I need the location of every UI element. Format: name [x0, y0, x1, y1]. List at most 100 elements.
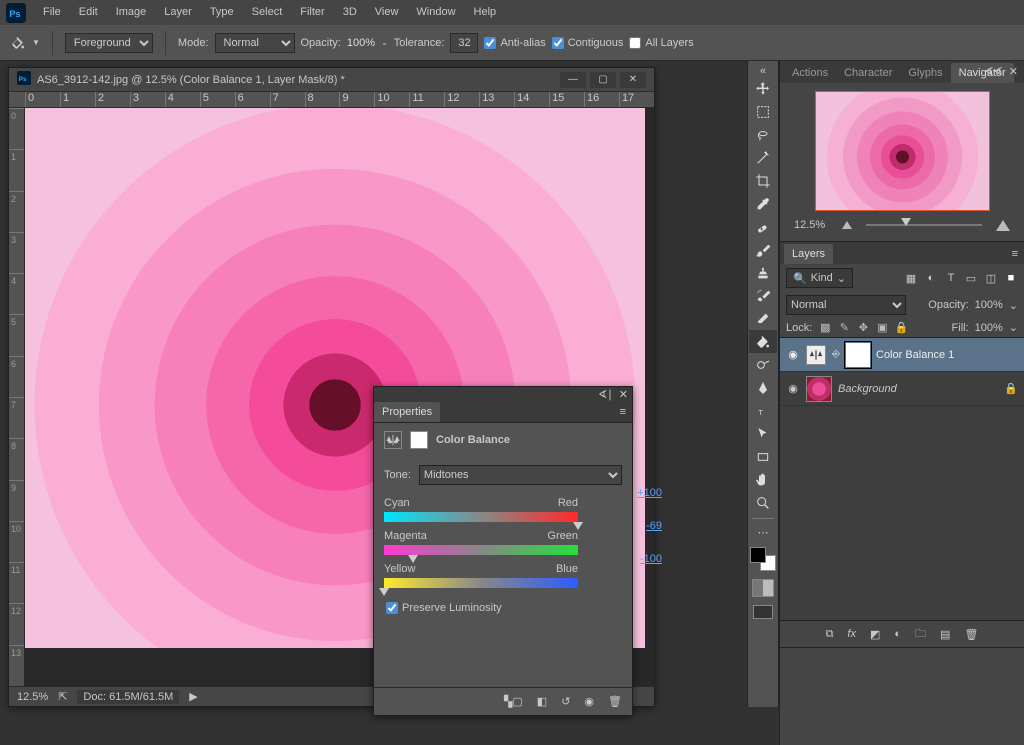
type-tool[interactable]: T	[749, 399, 777, 422]
lock-transparency-icon[interactable]: ▩	[818, 321, 832, 334]
tab-actions[interactable]: Actions	[784, 63, 836, 83]
tab-glyphs[interactable]: Glyphs	[900, 63, 950, 83]
slider-value-yb[interactable]: -100	[628, 553, 662, 565]
new-adjustment-icon[interactable]: ◐	[894, 628, 901, 640]
zoom-in-icon[interactable]	[996, 220, 1010, 231]
layer-name[interactable]: Background	[838, 383, 998, 395]
path-selection-tool[interactable]	[749, 422, 777, 445]
menu-view[interactable]: View	[366, 0, 408, 25]
dodge-tool[interactable]	[749, 353, 777, 376]
slider-handle[interactable]	[379, 588, 389, 596]
healing-brush-tool[interactable]	[749, 215, 777, 238]
tab-properties[interactable]: Properties	[374, 402, 440, 422]
zoom-level[interactable]: 12.5%	[17, 691, 48, 703]
navigator-thumbnail[interactable]	[815, 91, 990, 211]
mask-thumb-icon[interactable]	[410, 431, 428, 449]
filter-toggle-icon[interactable]: ■	[1004, 272, 1018, 285]
lock-pixels-icon[interactable]: ✎	[837, 321, 851, 334]
new-group-icon[interactable]: 🗀	[915, 625, 926, 644]
delete-icon[interactable]: 🗑	[608, 695, 622, 708]
slider-value-cr[interactable]: +100	[628, 487, 662, 499]
history-brush-tool[interactable]	[749, 284, 777, 307]
lock-all-icon[interactable]: 🔒	[894, 321, 908, 334]
fill-source-dropdown[interactable]: Foreground	[65, 33, 153, 53]
layer-row[interactable]: ◉ Background 🔒	[780, 372, 1024, 406]
zoom-out-icon[interactable]	[842, 221, 852, 229]
visibility-toggle-icon[interactable]: ◉	[786, 382, 800, 395]
blend-mode-dropdown[interactable]: Normal	[215, 33, 295, 53]
brush-tool[interactable]	[749, 238, 777, 261]
menu-type[interactable]: Type	[201, 0, 243, 25]
menu-filter[interactable]: Filter	[291, 0, 333, 25]
tolerance-input[interactable]	[450, 33, 478, 53]
menu-window[interactable]: Window	[407, 0, 464, 25]
color-swatches[interactable]	[750, 547, 776, 571]
quick-mask-toggle[interactable]	[752, 579, 774, 597]
visibility-toggle-icon[interactable]: ◉	[786, 348, 800, 361]
fill-value[interactable]: 100%	[975, 322, 1003, 334]
menu-layer[interactable]: Layer	[155, 0, 201, 25]
lock-artboard-icon[interactable]: ▣	[875, 321, 889, 334]
layer-mask-thumb[interactable]	[846, 343, 870, 367]
slider-handle[interactable]	[408, 555, 418, 563]
ruler-horizontal[interactable]: 01234567891011121314151617	[9, 92, 654, 108]
panel-menu-icon[interactable]: ≡	[614, 402, 632, 422]
lasso-tool[interactable]	[749, 123, 777, 146]
layer-row[interactable]: ◉ ⎆ Color Balance 1	[780, 338, 1024, 372]
layer-style-icon[interactable]: fx	[847, 628, 856, 640]
clone-stamp-tool[interactable]	[749, 261, 777, 284]
slider-value-mg[interactable]: -69	[628, 520, 662, 532]
tab-layers[interactable]: Layers	[784, 244, 833, 264]
link-layers-icon[interactable]: ⧉	[826, 628, 834, 641]
antialias-checkbox[interactable]	[484, 37, 496, 49]
new-layer-icon[interactable]: ▤	[940, 628, 950, 641]
expand-icon[interactable]: ⇱	[58, 690, 67, 703]
ruler-vertical[interactable]: 012345678910111213	[9, 108, 25, 686]
opacity-value[interactable]: 100%	[347, 37, 375, 49]
panel-menu-icon[interactable]: ≡	[1006, 244, 1024, 264]
clip-to-layer-icon[interactable]: ▚▢	[504, 695, 523, 708]
close-button[interactable]: ✕	[620, 72, 646, 88]
collapse-panels-icon[interactable]: ∢∢	[984, 65, 1002, 78]
menu-3d[interactable]: 3D	[334, 0, 366, 25]
filter-smart-icon[interactable]: ◫	[984, 272, 998, 285]
layer-blend-dropdown[interactable]: Normal	[786, 295, 906, 315]
lock-position-icon[interactable]: ✥	[856, 321, 870, 334]
dropdown-arrow-icon[interactable]: ⌄	[381, 38, 388, 47]
menu-select[interactable]: Select	[243, 0, 292, 25]
collapse-icon[interactable]: ∢∣	[598, 388, 613, 401]
toggle-visibility-icon[interactable]: ◉	[584, 695, 594, 708]
screen-mode-toggle[interactable]	[753, 605, 773, 619]
layer-name[interactable]: Color Balance 1	[876, 349, 1018, 361]
doc-info[interactable]: Doc: 61.5M/61.5M	[77, 690, 179, 704]
layer-opacity-value[interactable]: 100%	[975, 299, 1003, 311]
layer-thumb[interactable]	[806, 376, 832, 402]
minimize-button[interactable]: —	[560, 72, 586, 88]
preserve-luminosity-checkbox[interactable]	[386, 602, 398, 614]
close-panels-icon[interactable]: ✕	[1009, 65, 1018, 78]
maximize-button[interactable]: ▢	[590, 72, 616, 88]
navigator-zoom-value[interactable]: 12.5%	[794, 219, 834, 231]
filter-pixel-icon[interactable]: ▦	[904, 272, 918, 285]
slider-handle[interactable]	[573, 522, 583, 530]
chevron-down-icon[interactable]: ⌄	[1009, 321, 1018, 334]
crop-tool[interactable]	[749, 169, 777, 192]
filter-shape-icon[interactable]: ▭	[964, 272, 978, 285]
hand-tool[interactable]	[749, 468, 777, 491]
filter-kind-dropdown[interactable]: 🔍 Kind ⌄	[786, 268, 853, 288]
menu-file[interactable]: File	[34, 0, 70, 25]
tone-dropdown[interactable]: Midtones	[419, 465, 622, 485]
menu-edit[interactable]: Edit	[70, 0, 107, 25]
delete-layer-icon[interactable]: 🗑	[964, 628, 978, 641]
edit-toolbar-icon[interactable]: ⋯	[749, 523, 777, 541]
zoom-slider[interactable]	[860, 220, 988, 230]
contiguous-checkbox[interactable]	[552, 37, 564, 49]
filter-adjustment-icon[interactable]: ◐	[924, 272, 938, 285]
link-icon[interactable]: ⎆	[832, 349, 840, 360]
all-layers-checkbox[interactable]	[629, 37, 641, 49]
magic-wand-tool[interactable]	[749, 146, 777, 169]
view-previous-icon[interactable]: ◧	[537, 695, 547, 708]
chevron-right-icon[interactable]: ▶	[189, 690, 197, 703]
menu-help[interactable]: Help	[465, 0, 506, 25]
close-icon[interactable]: ✕	[619, 388, 628, 401]
